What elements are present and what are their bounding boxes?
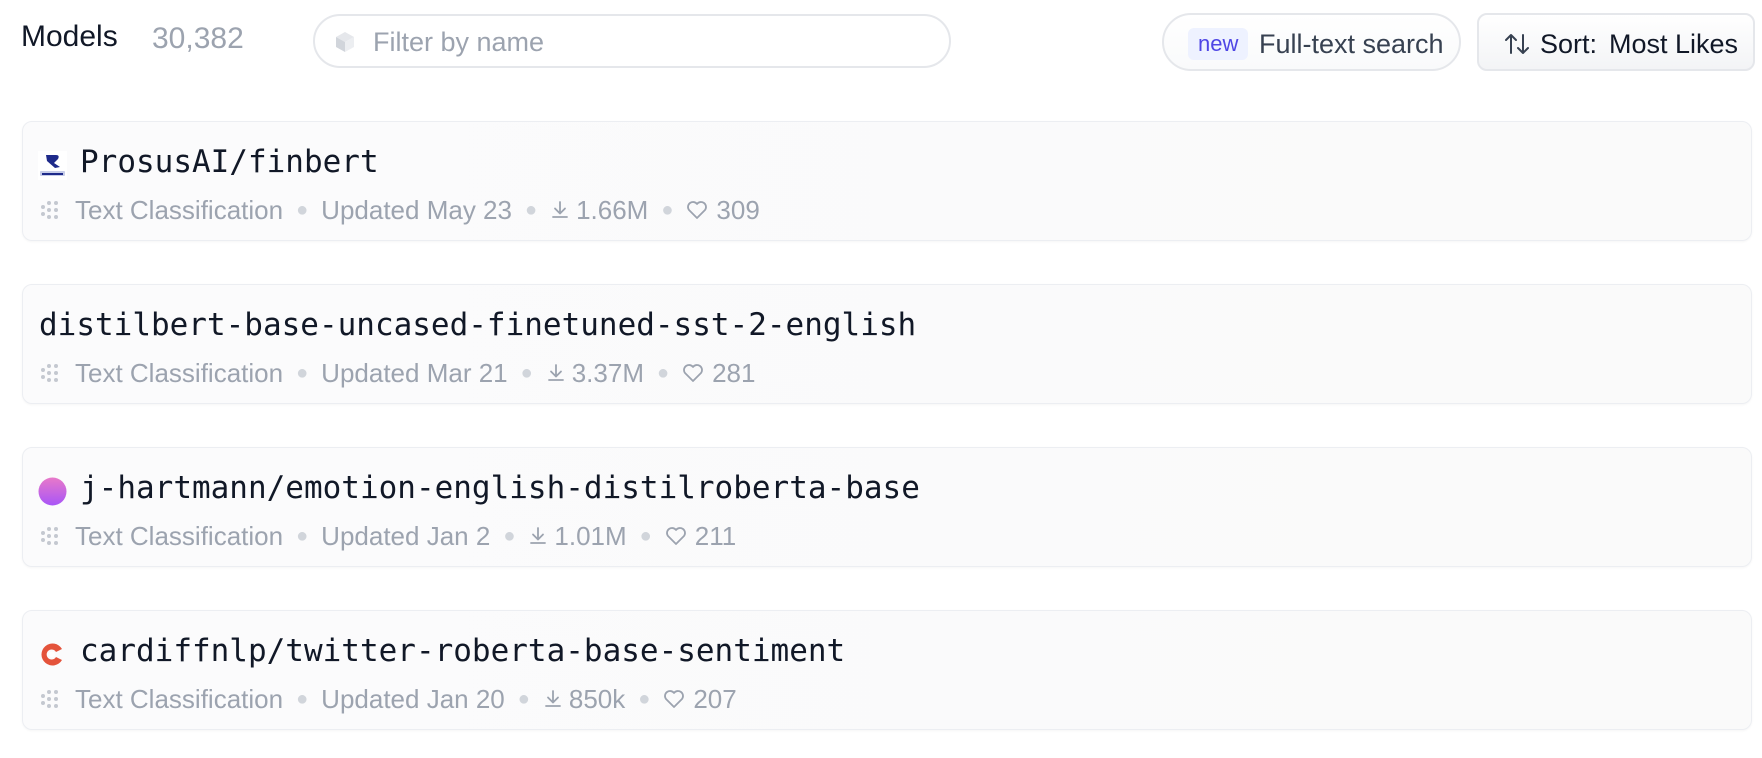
sort-label: Sort:: [1540, 29, 1598, 59]
separator-dot: ●: [661, 198, 674, 221]
model-card[interactable]: ProsusAI/finbert Text Classification ● U…: [22, 121, 1752, 241]
separator-dot: ●: [524, 198, 538, 221]
separator-dot: ●: [503, 524, 516, 547]
model-count: 30,382: [152, 22, 244, 55]
updated-date: Updated Mar 21: [321, 357, 508, 388]
updated-date: Updated Jan 20: [321, 683, 505, 714]
user-avatar-icon: [38, 477, 67, 506]
cube-icon: [336, 32, 354, 52]
full-text-search-button[interactable]: new Full-text search: [1162, 13, 1461, 71]
model-card[interactable]: cardiffnlp/twitter-roberta-base-sentimen…: [22, 610, 1752, 730]
model-meta: Text Classification ● Updated Jan 20 ● 8…: [39, 683, 737, 715]
model-name[interactable]: j-hartmann/emotion-english-distilroberta…: [80, 470, 920, 506]
model-name[interactable]: cardiffnlp/twitter-roberta-base-sentimen…: [80, 633, 845, 669]
download-icon: [544, 690, 561, 707]
filter-by-name-field[interactable]: [313, 14, 951, 68]
models-header: Models 30,382 new Full-text search Sort:…: [0, 0, 1762, 80]
sort-dropdown[interactable]: Sort: Most Likes: [1477, 13, 1755, 71]
updated-date: Updated May 23: [321, 194, 512, 225]
download-icon: [552, 201, 568, 218]
task-label[interactable]: Text Classification: [75, 358, 283, 389]
separator-dot: ●: [296, 687, 309, 710]
new-badge: new: [1188, 28, 1249, 60]
prosus-logo-icon: [38, 151, 67, 180]
like-count: 281: [712, 357, 756, 388]
sort-arrows-icon: [1505, 34, 1529, 54]
text-classification-icon: [41, 201, 58, 219]
model-meta: Text Classification ● Updated May 23 ● 1…: [39, 194, 760, 226]
download-count: 1.01M: [554, 520, 627, 551]
separator-dot: ●: [296, 524, 309, 547]
separator-dot: ●: [296, 198, 309, 221]
filter-by-name-input[interactable]: [371, 24, 935, 60]
model-card[interactable]: j-hartmann/emotion-english-distilroberta…: [22, 447, 1752, 567]
model-meta: Text Classification ● Updated Jan 2 ● 1.…: [39, 520, 736, 552]
sort-value: Most Likes: [1609, 29, 1739, 59]
download-count: 850k: [568, 683, 626, 714]
model-name[interactable]: distilbert-base-uncased-finetuned-sst-2-…: [39, 307, 916, 343]
download-icon: [547, 364, 564, 381]
separator-dot: ●: [638, 687, 651, 710]
text-classification-icon: [41, 527, 58, 545]
page-title: Models: [21, 20, 118, 53]
separator-dot: ●: [296, 361, 309, 384]
like-count: 211: [694, 520, 737, 551]
cardiff-logo-icon: [41, 643, 62, 666]
separator-dot: ●: [520, 361, 533, 384]
separator-dot: ●: [639, 524, 652, 547]
heart-icon: [664, 690, 685, 708]
full-text-search-label: Full-text search: [1259, 29, 1444, 59]
heart-icon: [687, 201, 708, 219]
task-label[interactable]: Text Classification: [75, 195, 283, 226]
like-count: 309: [716, 194, 760, 225]
separator-dot: ●: [517, 687, 530, 710]
download-count: 1.66M: [576, 194, 649, 225]
download-count: 3.37M: [571, 357, 644, 388]
heart-icon: [683, 364, 703, 382]
updated-date: Updated Jan 2: [321, 520, 491, 551]
text-classification-icon: [41, 364, 58, 382]
heart-icon: [665, 527, 686, 545]
task-label[interactable]: Text Classification: [75, 521, 283, 552]
task-label[interactable]: Text Classification: [75, 684, 283, 715]
like-count: 207: [693, 683, 737, 714]
model-meta: Text Classification ● Updated Mar 21 ● 3…: [39, 357, 755, 389]
model-name[interactable]: ProsusAI/finbert: [80, 144, 379, 180]
download-icon: [530, 527, 547, 544]
separator-dot: ●: [656, 361, 670, 384]
text-classification-icon: [41, 690, 58, 708]
model-card[interactable]: distilbert-base-uncased-finetuned-sst-2-…: [22, 284, 1752, 404]
